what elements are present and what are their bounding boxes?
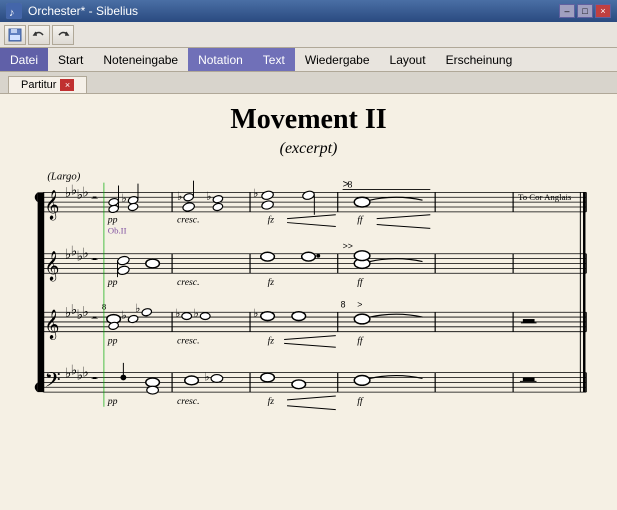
score-subtitle: (excerpt) — [20, 140, 597, 158]
svg-text:8: 8 — [102, 301, 107, 311]
svg-text:♭: ♭ — [82, 365, 88, 380]
menu-noteneingabe[interactable]: Noteneingabe — [93, 48, 188, 71]
svg-text:♭: ♭ — [121, 192, 127, 205]
svg-text:♭: ♭ — [82, 246, 88, 261]
svg-text:𝄼: 𝄼 — [91, 250, 98, 270]
title-bar: ♪ Orchester* - Sibelius – □ × — [0, 0, 617, 22]
svg-text:cresc.: cresc. — [177, 335, 200, 346]
svg-text:fz: fz — [268, 335, 275, 346]
svg-text:pp: pp — [107, 396, 118, 407]
window-title: Orchester* - Sibelius — [28, 4, 559, 18]
svg-text:fz: fz — [268, 215, 275, 226]
save-button[interactable] — [4, 25, 26, 45]
svg-text:♭: ♭ — [206, 190, 212, 203]
tab-partitur-label: Partitur — [21, 79, 56, 91]
close-button[interactable]: × — [595, 4, 611, 18]
svg-text:♪: ♪ — [9, 7, 15, 19]
svg-text:ff: ff — [357, 335, 364, 346]
svg-text:𝄞: 𝄞 — [44, 252, 59, 281]
tab-bar: Partitur × — [0, 72, 617, 94]
svg-text:ff: ff — [357, 277, 364, 288]
svg-text:ff: ff — [357, 215, 364, 226]
svg-text:♭: ♭ — [121, 309, 127, 322]
menu-start[interactable]: Start — [48, 48, 93, 71]
menu-wiedergabe[interactable]: Wiedergabe — [295, 48, 380, 71]
svg-text:♭: ♭ — [82, 184, 88, 199]
svg-text:To Cor Anglais: To Cor Anglais — [518, 192, 572, 202]
maximize-button[interactable]: □ — [577, 4, 593, 18]
svg-text:♭: ♭ — [194, 307, 200, 320]
svg-text:>>: >> — [343, 241, 353, 251]
svg-text:♭: ♭ — [82, 304, 88, 319]
svg-text:cresc.: cresc. — [177, 396, 200, 407]
menu-text[interactable]: Text — [253, 48, 295, 71]
svg-text:𝄞: 𝄞 — [44, 311, 59, 340]
music-score: .staff-line { stroke: #000; stroke-width… — [0, 168, 617, 510]
undo-button[interactable] — [28, 25, 50, 45]
menu-notation[interactable]: Notation — [188, 48, 253, 71]
tab-close-button[interactable]: × — [60, 79, 74, 91]
menu-datei[interactable]: Datei — [0, 48, 48, 71]
window-controls[interactable]: – □ × — [559, 4, 611, 18]
toolbar — [0, 22, 617, 48]
svg-text:♭: ♭ — [253, 187, 259, 200]
svg-text:fz: fz — [268, 396, 275, 407]
svg-text:𝄼: 𝄼 — [91, 189, 98, 209]
svg-text:>: > — [357, 299, 362, 309]
svg-text:𝄞: 𝄞 — [44, 191, 59, 220]
redo-button[interactable] — [52, 25, 74, 45]
svg-text:pp: pp — [107, 277, 118, 288]
svg-text:Ob.II: Ob.II — [108, 225, 127, 235]
svg-text:fz: fz — [268, 277, 275, 288]
svg-text:8: 8 — [347, 179, 352, 190]
menu-bar: Datei Start Noteneingabe Notation Text W… — [0, 48, 617, 72]
svg-text:𝄢: 𝄢 — [44, 369, 60, 397]
svg-text:ff: ff — [357, 396, 364, 407]
menu-erscheinung[interactable]: Erscheinung — [436, 48, 523, 71]
score-title: Movement II — [20, 104, 597, 136]
svg-text:8: 8 — [341, 299, 346, 309]
score-area: Movement II (excerpt) .staff-line { stro… — [0, 94, 617, 510]
svg-text:cresc.: cresc. — [177, 215, 200, 226]
svg-text:♭: ♭ — [135, 302, 141, 315]
app-icon: ♪ — [6, 3, 22, 19]
tab-partitur[interactable]: Partitur × — [8, 76, 87, 93]
svg-text:pp: pp — [107, 215, 118, 226]
svg-text:𝄼: 𝄼 — [91, 309, 98, 329]
svg-text:♭: ♭ — [175, 307, 181, 320]
svg-text:𝄼: 𝄼 — [91, 369, 98, 389]
svg-text:cresc.: cresc. — [177, 277, 200, 288]
svg-text:(Largo): (Largo) — [47, 171, 80, 183]
svg-text:♭: ♭ — [177, 190, 183, 203]
svg-text:♭: ♭ — [204, 370, 210, 383]
svg-text:pp: pp — [107, 335, 118, 346]
minimize-button[interactable]: – — [559, 4, 575, 18]
svg-text:♭: ♭ — [253, 307, 259, 320]
menu-layout[interactable]: Layout — [380, 48, 436, 71]
